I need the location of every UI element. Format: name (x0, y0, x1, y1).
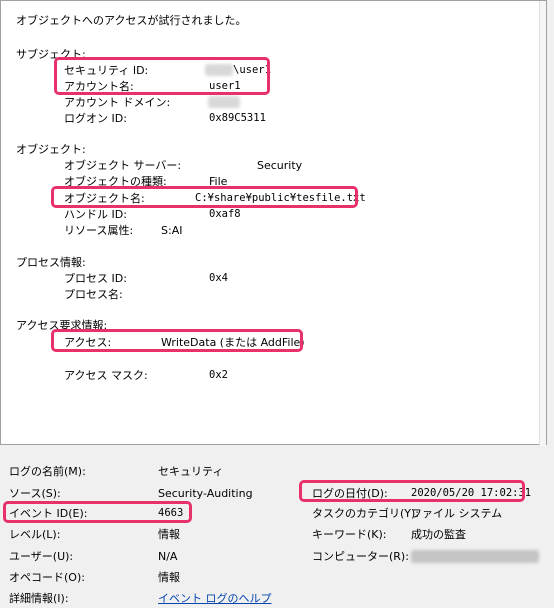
handle-id-label: ハンドル ID: (64, 208, 127, 221)
level-value: 情報 (158, 528, 180, 541)
event-id-value: 4663 (158, 507, 184, 519)
object-type-value: File (209, 175, 228, 188)
redacted-domain-blur (205, 64, 233, 76)
process-header: プロセス情報: (16, 256, 86, 269)
redacted-computer-blur (411, 550, 539, 563)
process-name-label: プロセス名: (64, 288, 123, 301)
resource-attributes-label: リソース属性: (64, 224, 134, 237)
account-name-value: user1 (209, 80, 241, 92)
log-name-label: ログの名前(M): (9, 465, 86, 478)
task-category-value: ファイル システム (411, 507, 503, 520)
task-category-label: タスクのカテゴリ(Y): (312, 507, 420, 520)
event-id-label: イベント ID(E): (9, 507, 88, 520)
account-domain-label: アカウント ドメイン: (64, 96, 171, 109)
security-id-value: \user1 (233, 64, 271, 76)
object-type-label: オブジェクトの種類: (64, 175, 167, 188)
logon-id-value: 0x89C5311 (209, 112, 266, 124)
user-value: N/A (158, 550, 178, 563)
opcode-label: オペコード(O): (9, 571, 85, 584)
logged-date-value: 2020/05/20 17:02:31 (411, 487, 532, 499)
event-description-pane[interactable]: オブジェクトへのアクセスが試行されました。 サブジェクト: セキュリティ ID:… (0, 0, 547, 446)
computer-label: コンピューター(R): (312, 550, 409, 563)
security-id-label: セキュリティ ID: (64, 64, 149, 77)
object-header: オブジェクト: (16, 143, 86, 156)
user-label: ユーザー(U): (9, 550, 74, 563)
access-mask-label: アクセス マスク: (64, 369, 148, 382)
keywords-value: 成功の監査 (411, 528, 466, 541)
keywords-label: キーワード(K): (312, 528, 387, 541)
logon-id-label: ログオン ID: (64, 112, 127, 125)
event-log-help-link[interactable]: イベント ログのヘルプ (158, 592, 272, 605)
access-value: WriteData (または AddFile) (161, 336, 305, 349)
resource-attributes-value: S:AI (161, 224, 183, 237)
source-label: ソース(S): (9, 487, 61, 500)
redacted-account-domain-blur (208, 96, 240, 108)
more-info-label: 詳細情報(I): (9, 592, 69, 605)
subject-header: サブジェクト: (16, 48, 86, 61)
object-server-label: オブジェクト サーバー: (64, 159, 182, 172)
level-label: レベル(L): (9, 528, 61, 541)
object-server-value: Security (257, 159, 303, 172)
process-id-value: 0x4 (209, 272, 228, 284)
log-name-value: セキュリティ (158, 465, 224, 478)
access-mask-value: 0x2 (209, 369, 228, 381)
source-value: Security-Auditing (158, 487, 253, 500)
event-message-title: オブジェクトへのアクセスが試行されました。 (16, 14, 247, 27)
opcode-value: 情報 (158, 571, 180, 584)
access-request-header: アクセス要求情報: (16, 319, 108, 332)
object-name-value: C:¥share¥public¥tesfile.txt (195, 192, 366, 204)
description-scrollbar[interactable] (539, 1, 546, 446)
object-name-label: オブジェクト名: (64, 192, 145, 205)
process-id-label: プロセス ID: (64, 272, 127, 285)
logged-date-label: ログの日付(D): (312, 487, 388, 500)
account-name-label: アカウント名: (64, 80, 134, 93)
access-label: アクセス: (64, 336, 112, 349)
handle-id-value: 0xaf8 (209, 208, 241, 220)
